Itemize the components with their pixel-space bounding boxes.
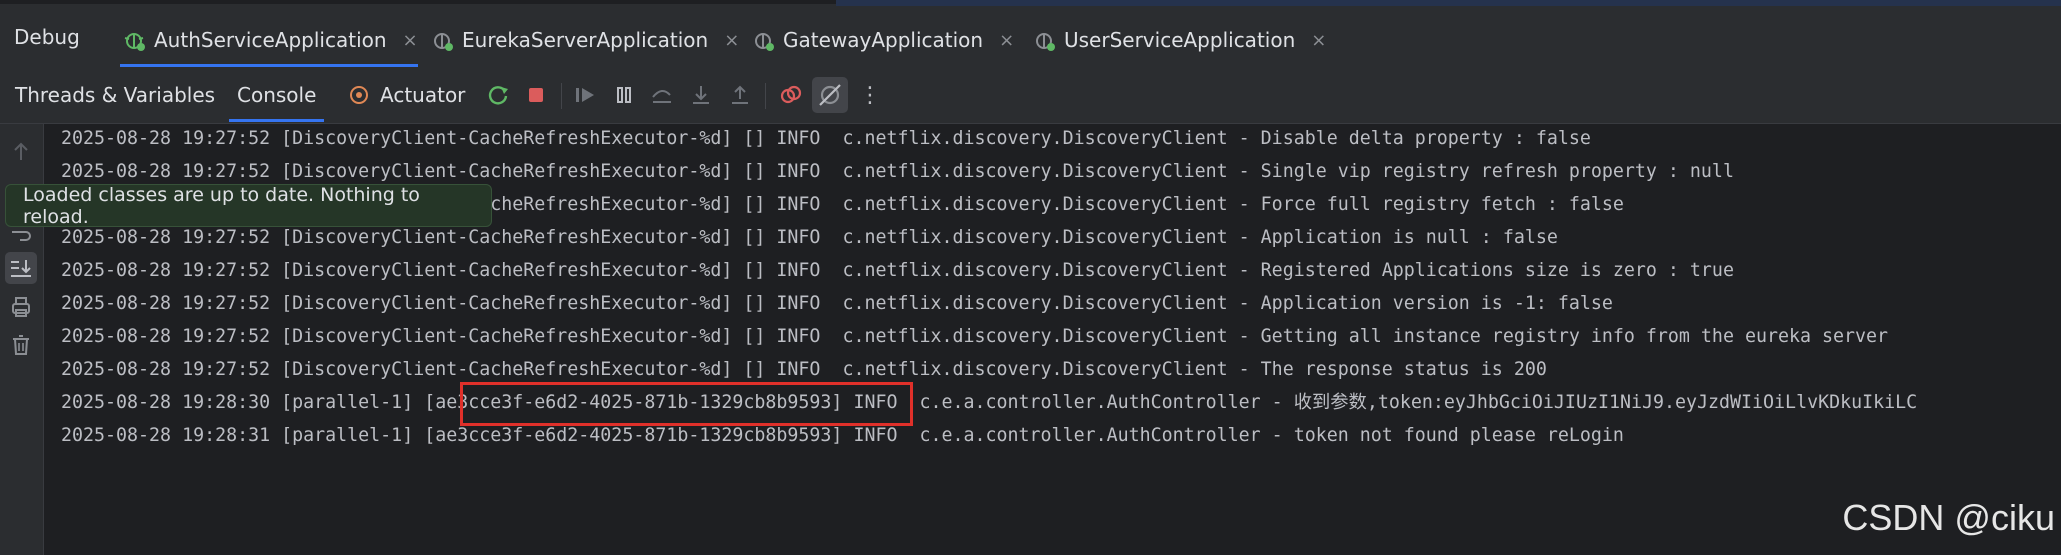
mute-breakpoints-toggle[interactable] (812, 77, 848, 113)
close-icon[interactable]: × (403, 30, 418, 51)
reload-tooltip: Loaded classes are up to date. Nothing t… (5, 183, 492, 228)
mute-breakpoints-icon (819, 84, 841, 106)
tab-label: AuthServiceApplication (154, 28, 387, 52)
console-line: 2025-08-28 19:27:52 [DiscoveryClient-Cac… (61, 359, 1547, 380)
tab-console[interactable]: Console (228, 83, 325, 122)
tooltip-text: Loaded classes are up to date. Nothing t… (23, 183, 420, 228)
scroll-to-end-icon (11, 260, 31, 277)
stop-icon[interactable] (522, 81, 550, 109)
console-line: 2025-08-28 19:27:52 [DiscoveryClient-Cac… (61, 161, 1734, 182)
tool-window-title: Debug (14, 25, 80, 49)
watermark: CSDN @ciku (1842, 497, 2055, 538)
trash-icon[interactable] (6, 330, 36, 360)
console-line: 2025-08-28 19:27:52 [DiscoveryClient-Cac… (61, 260, 1734, 281)
tab-eureka-server[interactable]: EurekaServerApplication × (428, 14, 739, 66)
console-line: 2025-08-28 19:27:52 [DiscoveryClient-Cac… (61, 128, 1591, 149)
actuator-icon[interactable] (345, 81, 373, 109)
pause-icon[interactable] (610, 81, 638, 109)
debug-toolbar: Threads & Variables Console Actuator ⋮ (0, 67, 2061, 124)
console-line: 2025-08-28 19:27:52 [DiscoveryClient-Cac… (61, 227, 1558, 248)
rerun-icon[interactable] (484, 81, 512, 109)
step-over-icon[interactable] (648, 81, 676, 109)
console-line: 2025-08-28 19:27:52 [DiscoveryClient-Cac… (61, 293, 1613, 314)
print-icon[interactable] (6, 292, 36, 322)
bug-icon (755, 33, 774, 51)
close-icon[interactable]: × (999, 30, 1014, 51)
console-line: 2025-08-28 19:27:52 [DiscoveryClient-Cac… (61, 326, 1889, 347)
console-line: 2025-08-28 19:28:30 [parallel-1] [ae3cce… (61, 392, 1918, 413)
close-icon[interactable]: × (1311, 30, 1326, 51)
bug-icon (124, 33, 145, 51)
step-into-icon[interactable] (687, 81, 715, 109)
tab-label: GatewayApplication (783, 28, 984, 52)
tab-label: EurekaServerApplication (462, 28, 709, 52)
trace-id-highlight (460, 382, 913, 426)
view-breakpoints-icon[interactable] (777, 81, 805, 109)
tab-auth-service[interactable]: AuthServiceApplication × (120, 14, 418, 67)
tab-gateway[interactable]: GatewayApplication × (749, 14, 1014, 66)
tab-actuator[interactable]: Actuator (380, 83, 465, 107)
more-options-icon[interactable]: ⋮ (856, 81, 884, 109)
tab-threads-variables[interactable]: Threads & Variables (15, 83, 215, 107)
editor-edge (0, 0, 836, 4)
scroll-to-end-toggle[interactable] (5, 252, 37, 284)
toolbar-separator (561, 83, 562, 109)
tab-user-service[interactable]: UserServiceApplication × (1030, 14, 1326, 66)
tab-label: UserServiceApplication (1064, 28, 1296, 52)
close-icon[interactable]: × (724, 30, 739, 51)
bug-icon (434, 33, 453, 51)
console-line: 2025-08-28 19:28:31 [parallel-1] [ae3cce… (61, 425, 1624, 446)
editor-selection-edge (836, 0, 2061, 6)
step-out-icon[interactable] (726, 81, 754, 109)
toolbar-separator (765, 83, 766, 109)
resume-icon[interactable] (571, 81, 599, 109)
bug-icon (1036, 33, 1055, 51)
up-arrow-icon[interactable] (6, 137, 36, 167)
debug-tool-window-header: Debug AuthServiceApplication × EurekaSer… (0, 0, 2061, 68)
